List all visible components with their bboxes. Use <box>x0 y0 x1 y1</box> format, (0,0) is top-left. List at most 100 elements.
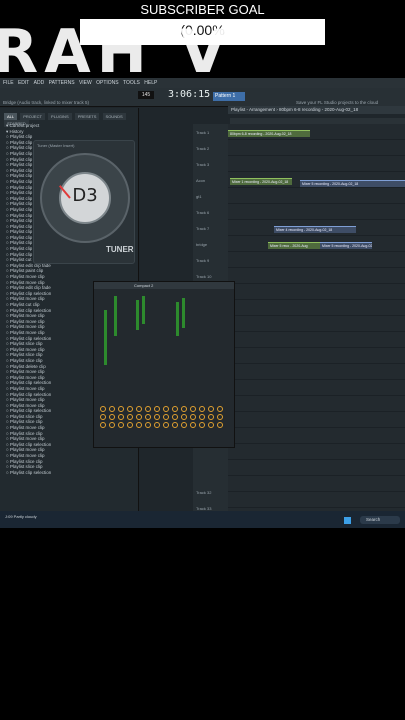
track-header[interactable]: Track 1 <box>196 130 209 135</box>
level-meter <box>142 296 145 324</box>
mixer-knob[interactable] <box>145 406 151 412</box>
mixer-knob[interactable] <box>100 414 106 420</box>
audio-clip[interactable]: 80bpm 6-8 recording - 2020-Aug-02_18 <box>228 130 310 137</box>
mixer-knob[interactable] <box>136 406 142 412</box>
level-meter <box>176 302 179 336</box>
mixer-knob[interactable] <box>136 414 142 420</box>
menu-bar: FILE EDIT ADD PATTERNS VIEW OPTIONS TOOL… <box>0 78 405 88</box>
track-header[interactable]: Track 3 <box>196 162 209 167</box>
mixer-knob[interactable] <box>208 406 214 412</box>
playlist-title: Playlist - Arrangement › 80bpm 6-8 recor… <box>228 106 405 114</box>
menu-edit[interactable]: EDIT <box>18 80 29 86</box>
track-header[interactable]: gt1 <box>196 194 202 199</box>
track-header[interactable]: Track 32 <box>196 490 211 495</box>
mixer-knob[interactable] <box>100 422 106 428</box>
tuner-logo: TUNER <box>106 245 134 254</box>
audio-clip[interactable]: Mixer 4 recording - 2020-Aug-02_18 <box>274 226 356 233</box>
mixer-knob[interactable] <box>163 406 169 412</box>
audio-clip[interactable]: Mixer 5 recording - 2020-Aug-02_18 <box>320 242 372 249</box>
cloud-status-text: Save your FL Studio projects to the clou… <box>296 100 379 105</box>
mixer-window[interactable]: Compact 2 <box>93 281 235 448</box>
mixer-knob[interactable] <box>199 422 205 428</box>
mixer-knob[interactable] <box>154 414 160 420</box>
tuner-dial: D3 <box>40 153 130 243</box>
menu-patterns[interactable]: PATTERNS <box>49 80 75 86</box>
daw-window: FILE EDIT ADD PATTERNS VIEW OPTIONS TOOL… <box>0 78 405 528</box>
audio-clip[interactable]: Mixer 1 recording - 2020-Aug-02_18 <box>230 178 292 185</box>
tab-plugins[interactable]: PLUGINS <box>48 113 72 120</box>
menu-file[interactable]: FILE <box>3 80 14 86</box>
tab-all[interactable]: ALL <box>4 113 18 120</box>
tuner-plugin-window[interactable]: Tuner (Master Insert) D3 TUNER <box>33 140 135 264</box>
playlist-lanes[interactable]: 80bpm 6-8 recording - 2020-Aug-02_18 Mixe… <box>228 124 405 528</box>
mixer-knob[interactable] <box>118 406 124 412</box>
mixer-knob[interactable] <box>154 422 160 428</box>
mixer-knob[interactable] <box>109 422 115 428</box>
track-header[interactable]: bridge <box>196 242 207 247</box>
taskbar-search[interactable]: Search <box>360 516 400 524</box>
mixer-knob[interactable] <box>118 422 124 428</box>
mixer-knob[interactable] <box>190 414 196 420</box>
subscriber-goal-title: SUBSCRIBER GOAL <box>140 2 265 17</box>
track-header[interactable]: Track 6 <box>196 210 209 215</box>
track-header[interactable]: Track 7 <box>196 226 209 231</box>
mixer-knob[interactable] <box>217 406 223 412</box>
menu-options[interactable]: OPTIONS <box>96 80 119 86</box>
track-header[interactable]: Track 10 <box>196 274 211 279</box>
tempo-display[interactable]: 145 <box>138 91 154 99</box>
track-header[interactable]: Acon <box>196 178 205 183</box>
mixer-knob[interactable] <box>136 422 142 428</box>
menu-view[interactable]: VIEW <box>79 80 92 86</box>
level-meter <box>114 296 117 336</box>
tab-project[interactable]: PROJECT <box>20 113 45 120</box>
mixer-knob[interactable] <box>181 414 187 420</box>
track-header[interactable]: Track 9 <box>196 258 209 263</box>
mixer-knob[interactable] <box>190 406 196 412</box>
weather-widget[interactable]: J:09 Partly cloudy <box>5 514 37 519</box>
overlay-big-text: RAH V <box>0 17 233 87</box>
level-meter <box>104 310 107 365</box>
mixer-knob[interactable] <box>190 422 196 428</box>
menu-help[interactable]: HELP <box>144 80 157 86</box>
mixer-knob[interactable] <box>100 406 106 412</box>
windows-start-icon[interactable] <box>344 517 351 524</box>
tab-presets[interactable]: PRESETS <box>74 113 100 120</box>
song-time-display: 3:06:15 <box>168 89 211 100</box>
mixer-knob[interactable] <box>127 414 133 420</box>
tuner-center: D3 <box>59 172 111 224</box>
mixer-knob[interactable] <box>109 406 115 412</box>
mixer-knob[interactable] <box>199 406 205 412</box>
mixer-knob[interactable] <box>199 414 205 420</box>
audio-clip[interactable]: Mixer 5 recording - 2020-Aug-02_18 <box>300 180 405 187</box>
mixer-knob[interactable] <box>217 414 223 420</box>
transport-toolbar: 145 3:06:15 Pattern 1 Bridge (Audio trac… <box>0 88 405 107</box>
history-item[interactable]: ○ Playlist clip selection <box>6 470 126 476</box>
mixer-knob[interactable] <box>181 406 187 412</box>
mixer-knob[interactable] <box>163 422 169 428</box>
mixer-knob[interactable] <box>208 422 214 428</box>
mixer-knob[interactable] <box>127 406 133 412</box>
mixer-knob[interactable] <box>181 422 187 428</box>
mixer-knob[interactable] <box>127 422 133 428</box>
mixer-knob[interactable] <box>154 406 160 412</box>
tuner-header: Tuner (Master Insert) <box>37 143 75 148</box>
mixer-knob[interactable] <box>172 406 178 412</box>
mixer-knob[interactable] <box>172 422 178 428</box>
level-meter <box>136 300 139 330</box>
track-header[interactable]: Track 2 <box>196 146 209 151</box>
mixer-knob[interactable] <box>118 414 124 420</box>
hint-bar-text: Bridge (Audio track, linked to mixer tra… <box>3 100 90 105</box>
mixer-knob[interactable] <box>172 414 178 420</box>
menu-tools[interactable]: TOOLS <box>123 80 140 86</box>
mixer-knob[interactable] <box>163 414 169 420</box>
mixer-knob[interactable] <box>208 414 214 420</box>
tab-sounds[interactable]: SOUNDS <box>102 113 126 120</box>
mixer-knob[interactable] <box>109 414 115 420</box>
menu-add[interactable]: ADD <box>34 80 45 86</box>
audio-clip[interactable]: Mixer 5 reco - 2020-Aug <box>268 242 320 249</box>
mixer-knob[interactable] <box>217 422 223 428</box>
level-meter <box>182 298 185 328</box>
mixer-knob[interactable] <box>145 414 151 420</box>
mixer-knob[interactable] <box>145 422 151 428</box>
pattern-selector[interactable]: Pattern 1 <box>213 92 245 101</box>
